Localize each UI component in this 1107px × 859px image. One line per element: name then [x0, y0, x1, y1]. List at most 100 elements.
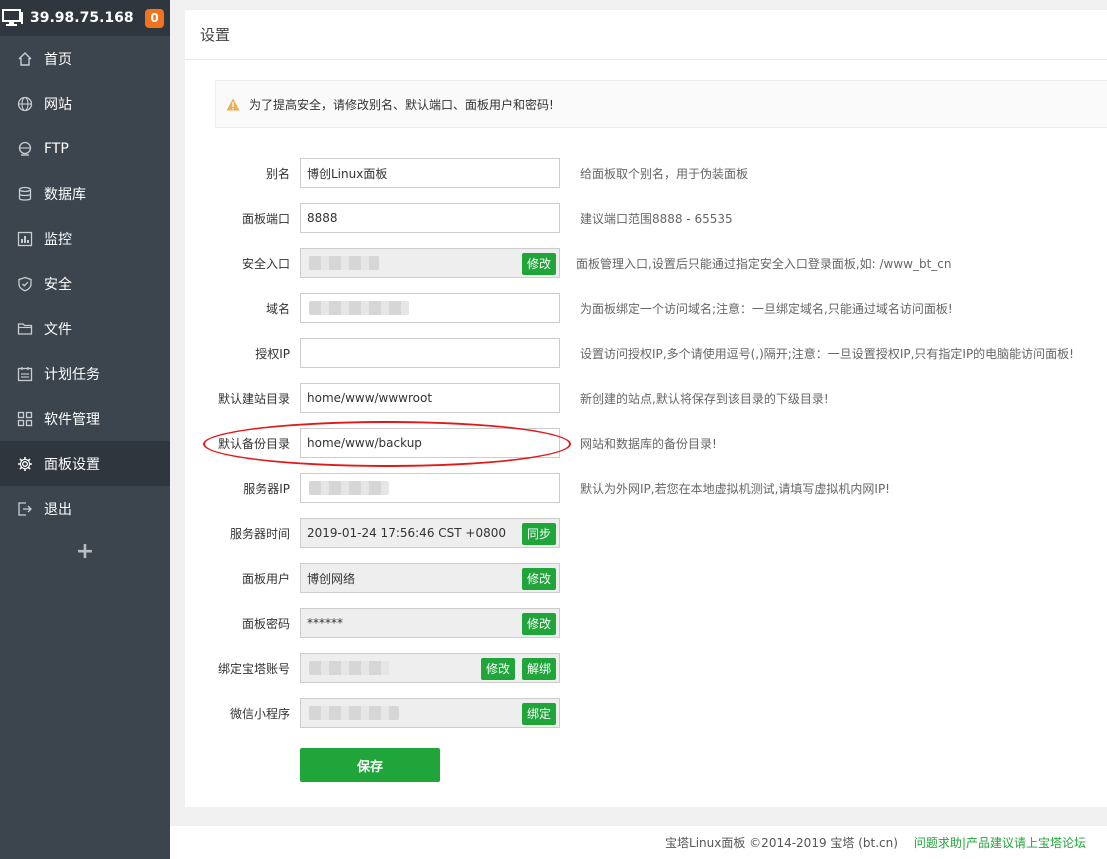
redacted-value	[309, 481, 389, 495]
redacted-value	[309, 301, 409, 315]
server-time-value: 2019-01-24 17:56:46 CST +0800	[307, 526, 506, 540]
alias-input[interactable]	[307, 166, 559, 180]
sidebar-item-label: 首页	[44, 51, 72, 68]
backup-dir-input[interactable]	[307, 436, 559, 450]
globe-icon	[17, 96, 33, 111]
help-link[interactable]: 问题求助	[914, 834, 962, 851]
sidebar-item-security[interactable]: 安全	[0, 261, 170, 306]
entry-tip: 面板管理入口,设置后只能通过指定安全入口登录面板,如: /www_bt_cn	[576, 256, 952, 271]
add-shortcut-button[interactable]: +	[0, 531, 170, 571]
sidebar-item-label: 监控	[44, 231, 72, 248]
sidebar-item-label: 安全	[44, 276, 72, 293]
panel-user-value: 博创网络	[307, 571, 356, 586]
backup-dir-tip: 网站和数据库的备份目录!	[580, 436, 717, 451]
sidebar-item-database[interactable]: 数据库	[0, 171, 170, 216]
warning-icon	[226, 98, 240, 110]
auth-ip-tip: 设置访问授权IP,多个请使用逗号(,)隔开;注意：一旦设置授权IP,只有指定IP…	[580, 346, 1074, 361]
panel-password-label: 面板密码	[241, 616, 290, 631]
server-ip-field[interactable]	[300, 473, 560, 503]
unbind-account-button[interactable]: 解绑	[521, 658, 556, 680]
sidebar-item-panel-settings[interactable]: 面板设置	[0, 441, 170, 486]
domain-label: 域名	[265, 301, 290, 316]
panel-password-field: ****** 修改	[300, 608, 560, 638]
server-ip-label: 服务器IP	[243, 481, 290, 496]
alert-text: 为了提高安全，请修改别名、默认端口、面板用户和密码!	[249, 97, 554, 112]
logout-icon	[18, 501, 32, 516]
database-icon	[18, 186, 32, 201]
sidebar-item-label: 退出	[44, 501, 72, 518]
notification-badge[interactable]: 0	[145, 8, 164, 28]
sidebar-header: 39.98.75.168 0	[0, 0, 170, 36]
redacted-value	[309, 706, 399, 720]
auth-ip-field[interactable]	[300, 338, 560, 368]
sidebar-item-label: FTP	[44, 140, 69, 157]
edit-entry-button[interactable]: 修改	[521, 253, 556, 275]
port-field[interactable]	[300, 203, 560, 233]
auth-ip-input[interactable]	[307, 346, 559, 360]
gear-icon	[18, 456, 32, 471]
port-input[interactable]	[307, 211, 559, 225]
alias-tip: 给面板取个别名，用于伪装面板	[580, 166, 749, 181]
wechat-label: 微信小程序	[229, 706, 290, 721]
sidebar-item-label: 文件	[44, 321, 72, 338]
edit-user-button[interactable]: 修改	[521, 568, 556, 590]
edit-account-button[interactable]: 修改	[480, 658, 515, 680]
panel-password-value: ******	[307, 616, 343, 630]
alias-field[interactable]	[300, 158, 560, 188]
bt-account-field: 修改 解绑	[300, 653, 560, 683]
edit-password-button[interactable]: 修改	[521, 613, 556, 635]
monitor-chart-icon	[17, 231, 33, 246]
site-dir-field[interactable]	[300, 383, 560, 413]
footer: 宝塔Linux面板 ©2014-2019 宝塔 (bt.cn) 问题求助 | 产…	[170, 826, 1107, 859]
forum-link[interactable]: 产品建议请上宝塔论坛	[966, 834, 1086, 851]
redacted-value	[309, 661, 389, 675]
entry-field: 修改	[300, 248, 560, 278]
panel-user-field: 博创网络 修改	[300, 563, 560, 593]
folder-icon	[17, 322, 33, 335]
sidebar-nav: 首页 网站 FTP 数据库 监控 安全 文件 计划任务 软件管理 面板设置 退出	[0, 36, 170, 531]
site-dir-input[interactable]	[307, 391, 559, 405]
sidebar-item-logout[interactable]: 退出	[0, 486, 170, 531]
calendar-icon	[17, 366, 33, 381]
sidebar-item-home[interactable]: 首页	[0, 36, 170, 81]
sidebar-item-cron[interactable]: 计划任务	[0, 351, 170, 396]
server-time-label: 服务器时间	[229, 526, 290, 541]
page-title: 设置	[185, 10, 1107, 60]
server-time-field: 2019-01-24 17:56:46 CST +0800 同步	[300, 518, 560, 548]
sidebar-item-monitor[interactable]: 监控	[0, 216, 170, 261]
sync-time-button[interactable]: 同步	[521, 523, 556, 545]
sidebar-item-label: 面板设置	[44, 456, 100, 473]
sidebar-item-ftp[interactable]: FTP	[0, 126, 170, 171]
sidebar-item-website[interactable]: 网站	[0, 81, 170, 126]
auth-ip-label: 授权IP	[255, 346, 290, 361]
security-alert: 为了提高安全，请修改别名、默认端口、面板用户和密码!	[215, 80, 1107, 128]
sidebar-item-software[interactable]: 软件管理	[0, 396, 170, 441]
backup-dir-label: 默认备份目录	[217, 436, 290, 451]
port-tip: 建议端口范围8888 - 65535	[580, 211, 733, 226]
domain-field[interactable]	[300, 293, 560, 323]
monitor-icon	[2, 9, 23, 26]
ftp-icon	[18, 141, 32, 156]
server-ip-tip: 默认为外网IP,若您在本地虚拟机测试,请填写虚拟机内网IP!	[580, 481, 890, 496]
alias-label: 别名	[265, 166, 290, 181]
panel-user-label: 面板用户	[241, 571, 290, 586]
entry-label: 安全入口	[241, 256, 290, 271]
grid-icon	[17, 411, 33, 426]
backup-dir-field[interactable]	[300, 428, 560, 458]
copyright-text: 宝塔Linux面板 ©2014-2019 宝塔 (bt.cn)	[665, 836, 898, 850]
sidebar-item-label: 网站	[44, 96, 72, 113]
sidebar: 39.98.75.168 0 首页 网站 FTP 数据库 监控 安全 文件 计划…	[0, 0, 170, 859]
settings-panel: 设置 为了提高安全，请修改别名、默认端口、面板用户和密码! 别名 给面板取个别名…	[185, 10, 1107, 807]
site-dir-label: 默认建站目录	[217, 391, 290, 406]
sidebar-item-files[interactable]: 文件	[0, 306, 170, 351]
sidebar-item-label: 计划任务	[44, 366, 100, 383]
bind-wechat-button[interactable]: 绑定	[521, 703, 556, 725]
sidebar-item-label: 软件管理	[44, 411, 100, 428]
save-button[interactable]: 保存	[300, 748, 440, 782]
home-icon	[18, 51, 32, 66]
domain-tip: 为面板绑定一个访问域名;注意：一旦绑定域名,只能通过域名访问面板!	[580, 301, 953, 316]
server-ip: 39.98.75.168	[30, 10, 134, 26]
wechat-field: 绑定	[300, 698, 560, 728]
redacted-value	[309, 256, 379, 270]
shield-icon	[18, 276, 32, 291]
